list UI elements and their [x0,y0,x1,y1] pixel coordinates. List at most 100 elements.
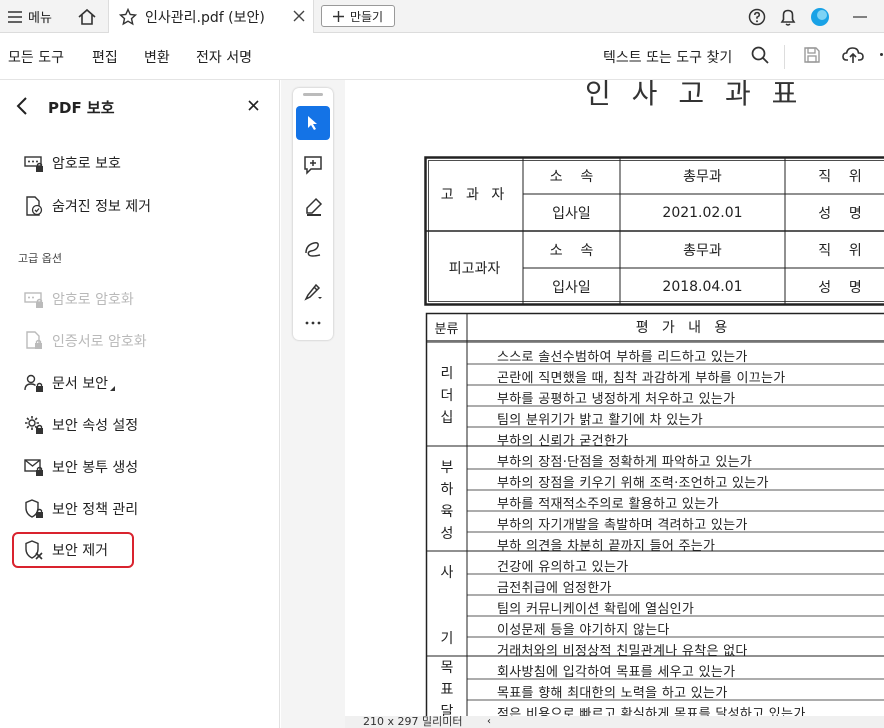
manage-security-policies[interactable]: 보안 정책 관리 [24,496,138,522]
eval-row-text: 회사방침에 입각하여 목표를 세우고 있는가 [497,665,736,680]
encrypt-with-password[interactable]: 암호로 암호화 [24,286,134,312]
star-icon[interactable] [119,7,137,26]
gear-lock-icon [24,415,44,435]
close-panel-icon[interactable] [248,100,259,111]
home-icon [77,8,97,26]
search-tools-label[interactable]: 텍스트 또는 도구 찾기 [603,47,732,67]
advanced-options-heading: 고급 옵션 [18,252,62,265]
document-viewer[interactable]: 인 사 고 과 표 고 과 자 피고과자 소 속 총무과 직 위 입사일 202… [345,80,884,728]
help-button[interactable] [748,0,766,33]
eval-row-text: 거래처와의 비정상적 친밀관계나 유착은 없다 [497,644,748,659]
eval-row-text: 팀의 분위기가 밝고 활기에 차 있는가 [497,413,704,428]
minimize-button[interactable] [853,0,867,33]
eval-row-text: 스스로 솔선수범하여 부하를 리드하고 있는가 [497,350,748,365]
header-right-label: 성 명 [818,279,862,296]
submenu-indicator-icon [109,385,115,391]
pdf-page: 인 사 고 과 표 고 과 자 피고과자 소 속 총무과 직 위 입사일 202… [345,80,884,722]
more-icon[interactable] [880,53,883,56]
more-tools-button[interactable] [296,306,330,340]
menu-all-tools[interactable]: 모든 도구 [8,47,64,67]
ellipsis-icon [305,321,321,325]
protect-with-password[interactable]: 암호로 보호 [24,150,121,176]
sign-tool[interactable] [296,274,330,308]
eval-category: 리 더 십 [440,365,454,426]
eval-row-text: 곤란에 직면했을 때, 침착 과감하게 부하를 이끄는가 [497,371,786,386]
drag-handle[interactable] [303,93,323,96]
menu-button[interactable]: 메뉴 [8,0,52,33]
document-check-icon [24,196,44,216]
eval-row-text: 부하의 장점·단점을 정확하게 파악하고 있는가 [497,455,753,470]
minimize-icon [853,15,867,18]
header-value: 총무과 [683,242,722,259]
remove-security[interactable]: 보안 제거 [24,537,108,563]
horizontal-scrollbar[interactable]: ‹ [485,716,884,728]
panel-item-label: 보안 제거 [52,543,108,559]
profile-button[interactable] [810,0,830,33]
home-button[interactable] [77,0,97,33]
header-label: 소 속 [549,168,594,185]
freehand-icon [303,239,323,259]
eval-row-text: 목표를 향해 최대한의 노력을 하고 있는가 [497,686,728,701]
notifications-button[interactable] [779,0,797,33]
search-icon[interactable] [751,46,769,64]
header-label: 소 속 [549,242,594,259]
help-icon [748,8,766,26]
eval-row-text: 부하의 장점을 키우기 위해 조력·조언하고 있는가 [497,476,769,491]
panel-item-label: 숨겨진 정보 제거 [52,199,152,215]
divider [784,45,785,69]
document-tab[interactable]: 인사관리.pdf (보안) [108,0,314,33]
panel-item-label: 보안 정책 관리 [52,502,139,518]
panel-item-label: 인증서로 암호화 [52,334,147,350]
save-icon[interactable] [803,46,821,64]
new-tab-label: 만들기 [349,9,384,24]
panel-item-label: 보안 속성 설정 [52,418,139,434]
comment-add-icon [303,155,323,175]
panel-item-label: 보안 봉투 생성 [52,460,139,476]
panel-title: PDF 보호 [48,99,115,117]
create-security-envelope[interactable]: 보안 봉투 생성 [24,454,138,480]
tab-title: 인사관리.pdf (보안) [145,9,265,26]
title-bar: 메뉴 인사관리.pdf (보안) 만들기 [0,0,884,33]
encrypt-with-certificate[interactable]: 인증서로 암호화 [24,328,147,354]
close-tab-icon[interactable] [293,10,305,22]
remove-hidden-info[interactable]: 숨겨진 정보 제거 [24,193,151,219]
new-tab-button[interactable]: 만들기 [321,5,395,27]
set-security-properties[interactable]: 보안 속성 설정 [24,412,138,438]
header-value: 2018.04.01 [662,278,743,295]
group-label-evaluatee: 피고과자 [448,261,501,277]
eval-category: 사 기 [440,564,454,647]
protect-pdf-panel: PDF 보호 암호로 보호 숨겨진 정보 제거 고급 옵션 암호로 암호화 인증… [0,80,280,728]
menu-convert[interactable]: 변환 [144,47,170,67]
scroll-left-icon[interactable]: ‹ [487,717,491,727]
select-tool[interactable] [296,106,330,140]
menu-e-sign[interactable]: 전자 서명 [196,47,252,67]
password-lock-icon [24,289,44,309]
menu-label: 메뉴 [28,11,52,26]
header-right-label: 직 위 [818,242,862,259]
header-value: 2021.02.01 [662,204,743,221]
document-security[interactable]: 문서 보안 [24,370,115,396]
header-right-label: 성 명 [818,205,862,222]
shield-lock-icon [24,499,44,519]
highlight-tool[interactable] [296,190,330,224]
avatar [810,7,830,27]
eval-category: 목 표 달 [440,659,454,720]
back-icon[interactable] [16,97,28,115]
add-comment-tool[interactable] [296,148,330,182]
page-size-indicator: 210 x 297 밀리미터 [345,716,485,728]
highlighter-icon [303,197,323,217]
column-header-content: 평 가 내 용 [635,320,728,336]
cloud-upload-icon[interactable] [842,45,864,65]
eval-row-text: 금전취급에 엄정한가 [497,581,612,596]
header-right-label: 직 위 [818,168,862,185]
header-label: 입사일 [552,279,591,296]
panel-item-label: 문서 보안 [52,376,108,392]
menu-edit[interactable]: 편집 [92,47,118,67]
draw-tool[interactable] [296,232,330,266]
shield-remove-icon [24,540,44,560]
menu-bar: 모든 도구 편집 변환 전자 서명 텍스트 또는 도구 찾기 [0,33,884,80]
envelope-lock-icon [24,457,44,477]
eval-row-text: 부하 의견을 차분히 끝까지 들어 주는가 [497,539,716,554]
eval-row-text: 부하의 자기개발을 촉발하며 격려하고 있는가 [497,518,748,533]
header-label: 입사일 [552,205,591,222]
